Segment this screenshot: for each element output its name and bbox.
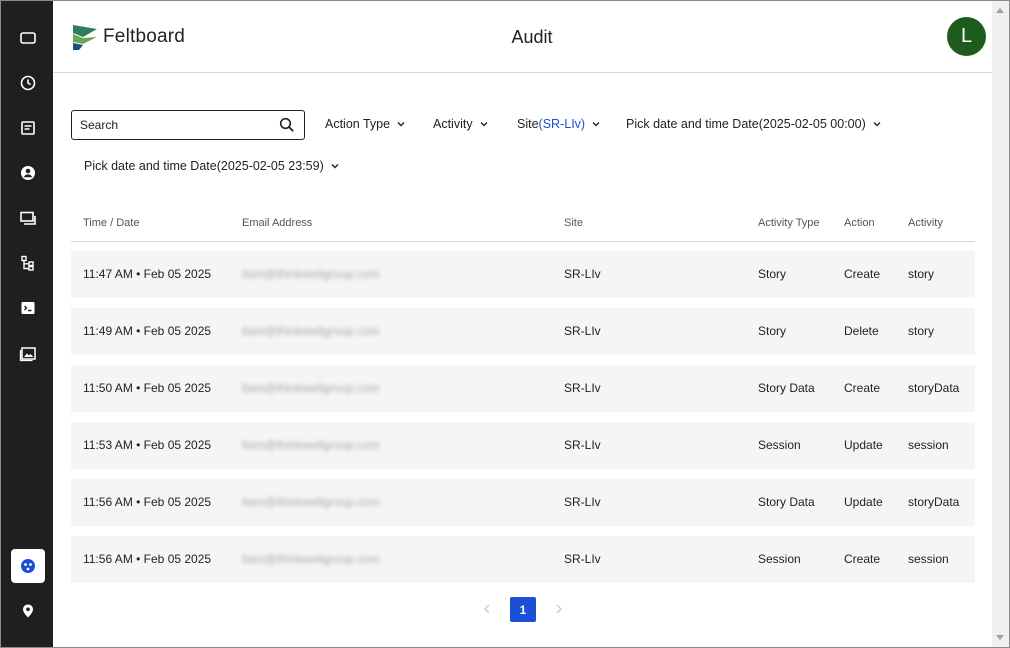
activity-label: Activity	[433, 117, 473, 131]
image-icon[interactable]	[11, 336, 45, 370]
cell-email: ltam@thinkwellgroup.com	[242, 495, 380, 509]
search-icon[interactable]	[279, 117, 295, 133]
cell-time: 11:49 AM • Feb 05 2025	[83, 324, 212, 338]
cell-time: 11:56 AM • Feb 05 2025	[83, 552, 212, 566]
activity-filter[interactable]: Activity	[433, 117, 488, 131]
previous-page-button[interactable]	[475, 597, 499, 621]
table-row[interactable]: 11:56 AM • Feb 05 2025 ltam@thinkwellgro…	[71, 536, 975, 583]
app-window: Feltboard Audit L Action Type Activity S…	[0, 0, 1010, 648]
user-icon[interactable]	[11, 156, 45, 190]
table-row[interactable]: 11:49 AM • Feb 05 2025 ltam@thinkwellgro…	[71, 308, 975, 355]
cell-activity: story	[908, 267, 935, 281]
audit-icon[interactable]	[11, 549, 45, 583]
chevron-down-icon	[873, 122, 881, 127]
vertical-scrollbar[interactable]	[992, 1, 1009, 647]
sidebar	[1, 1, 53, 647]
cell-site: SR-LIv	[564, 267, 601, 281]
cell-activity-type: Session	[758, 438, 801, 452]
cell-activity: storyData	[908, 495, 960, 509]
cell-activity-type: Story	[758, 267, 787, 281]
cell-action: Create	[844, 381, 881, 395]
site-filter[interactable]: Site (SR-LIv)	[517, 117, 600, 131]
cell-activity: session	[908, 438, 949, 452]
table-header: Time / Date Email Address Site Activity …	[71, 205, 975, 242]
screen-icon[interactable]	[11, 21, 45, 55]
devices-icon[interactable]	[11, 201, 45, 235]
cell-activity: story	[908, 324, 935, 338]
scroll-up-icon[interactable]	[996, 8, 1004, 13]
clock-icon[interactable]	[11, 66, 45, 100]
chevron-down-icon	[480, 122, 488, 127]
location-icon[interactable]	[11, 594, 45, 628]
column-header-action[interactable]: Action	[844, 217, 875, 229]
cell-email: ltam@thinkwellgroup.com	[242, 324, 380, 338]
cell-time: 11:50 AM • Feb 05 2025	[83, 381, 212, 395]
cell-activity: session	[908, 552, 949, 566]
chevron-down-icon	[592, 122, 600, 127]
cell-site: SR-LIv	[564, 324, 601, 338]
cell-activity-type: Session	[758, 552, 801, 566]
cell-site: SR-LIv	[564, 381, 601, 395]
site-filter-label: Site	[517, 117, 539, 131]
cell-activity: storyData	[908, 381, 960, 395]
start-date-value: (2025-02-05 00:00)	[758, 117, 866, 131]
cell-time: 11:53 AM • Feb 05 2025	[83, 438, 212, 452]
end-date-filter[interactable]: Pick date and time Date (2025-02-05 23:59…	[84, 159, 339, 173]
page-title: Audit	[511, 27, 553, 47]
cell-activity-type: Story Data	[758, 381, 815, 395]
column-header-site[interactable]: Site	[564, 217, 583, 229]
action-type-filter[interactable]: Action Type	[325, 117, 405, 131]
cell-activity-type: Story Data	[758, 495, 815, 509]
end-date-value: (2025-02-05 23:59)	[216, 159, 324, 173]
cell-site: SR-LIv	[564, 552, 601, 566]
user-avatar[interactable]: L	[947, 17, 986, 56]
search-box	[71, 110, 305, 140]
site-filter-value: (SR-LIv)	[538, 117, 586, 131]
table-row[interactable]: 11:56 AM • Feb 05 2025 ltam@thinkwellgro…	[71, 479, 975, 526]
action-type-label: Action Type	[325, 117, 391, 131]
start-date-label: Pick date and time Date	[626, 117, 759, 131]
chevron-right-icon	[556, 604, 563, 614]
header: Feltboard Audit L	[53, 1, 993, 73]
chevron-down-icon	[331, 164, 339, 169]
cell-action: Create	[844, 267, 881, 281]
start-date-filter[interactable]: Pick date and time Date (2025-02-05 00:00…	[626, 117, 881, 131]
cell-email: ltam@thinkwellgroup.com	[242, 438, 380, 452]
chevron-down-icon	[397, 122, 405, 127]
column-header-email[interactable]: Email Address	[242, 217, 312, 229]
hierarchy-icon[interactable]	[11, 246, 45, 280]
table-row[interactable]: 11:47 AM • Feb 05 2025 ltam@thinkwellgro…	[71, 251, 975, 298]
cell-time: 11:47 AM • Feb 05 2025	[83, 267, 212, 281]
column-header-activity[interactable]: Activity	[908, 217, 943, 229]
next-page-button[interactable]	[547, 597, 571, 621]
cell-site: SR-LIv	[564, 495, 601, 509]
chevron-left-icon	[483, 604, 490, 614]
cell-action: Update	[844, 438, 883, 452]
cell-action: Delete	[844, 324, 879, 338]
cell-site: SR-LIv	[564, 438, 601, 452]
cell-activity-type: Story	[758, 324, 787, 338]
end-date-label: Pick date and time Date	[84, 159, 217, 173]
column-header-activity-type[interactable]: Activity Type	[758, 217, 820, 229]
cell-time: 11:56 AM • Feb 05 2025	[83, 495, 212, 509]
main-content: Feltboard Audit L Action Type Activity S…	[53, 1, 993, 647]
cell-email: ltam@thinkwellgroup.com	[242, 267, 380, 281]
search-input[interactable]	[72, 111, 272, 139]
table-row[interactable]: 11:53 AM • Feb 05 2025 ltam@thinkwellgro…	[71, 422, 975, 469]
column-header-time[interactable]: Time / Date	[83, 217, 139, 229]
terminal-icon[interactable]	[11, 291, 45, 325]
scroll-down-icon[interactable]	[996, 635, 1004, 640]
cell-action: Update	[844, 495, 883, 509]
cell-email: ltam@thinkwellgroup.com	[242, 552, 380, 566]
cell-email: ltam@thinkwellgroup.com	[242, 381, 380, 395]
page-button-current[interactable]: 1	[510, 597, 536, 622]
document-icon[interactable]	[11, 111, 45, 145]
cell-action: Create	[844, 552, 881, 566]
table-row[interactable]: 11:50 AM • Feb 05 2025 ltam@thinkwellgro…	[71, 365, 975, 412]
